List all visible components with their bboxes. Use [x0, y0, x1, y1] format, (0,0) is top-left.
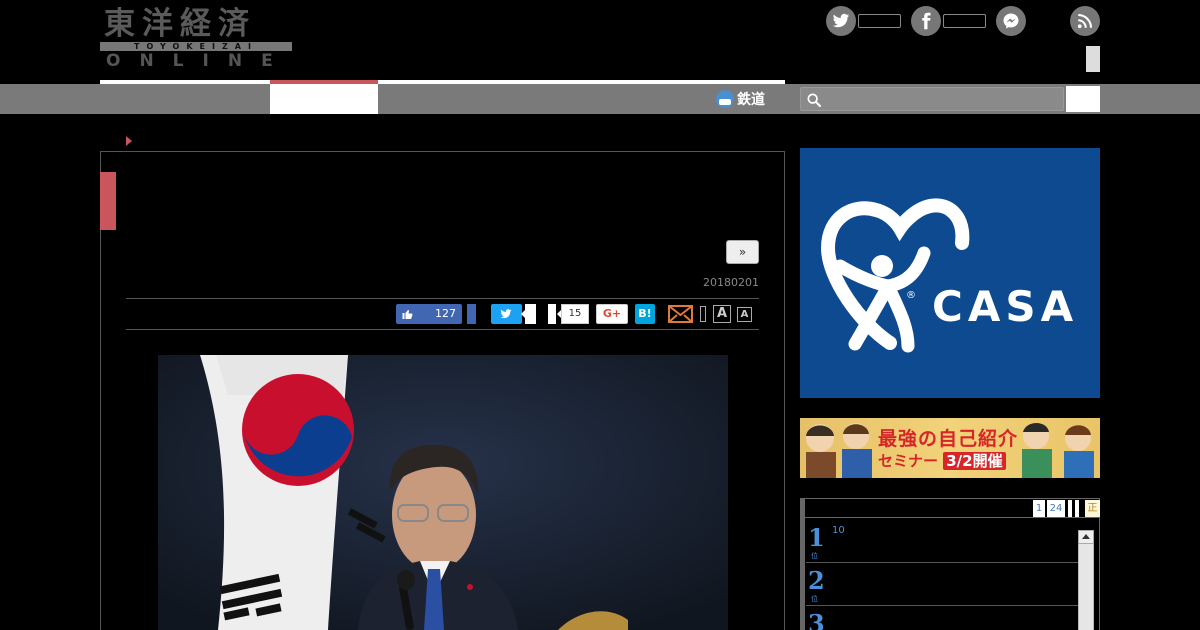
ranking-tab-24h[interactable]: 24 — [1047, 500, 1065, 517]
article-date: 20180201 — [703, 276, 759, 289]
font-size-large-button[interactable]: A — [713, 305, 731, 323]
ranking-header-divider — [800, 517, 1100, 518]
casa-logo-icon — [820, 198, 970, 353]
facebook-like-button[interactable]: 127 — [396, 304, 462, 324]
ranking-tab-monthly[interactable] — [1075, 500, 1079, 517]
article-photo — [158, 355, 728, 630]
search-input[interactable] — [800, 87, 1064, 111]
search-icon — [807, 93, 821, 107]
ranking-number: 3 — [808, 609, 825, 630]
seminar-date: 3/2開催 — [943, 452, 1006, 470]
casa-registered-mark: ® — [906, 290, 916, 301]
ranking-item[interactable]: 3 位 — [806, 607, 1078, 630]
nav-active-indicator — [270, 80, 378, 84]
mail-icon[interactable] — [668, 305, 693, 323]
share-count: 15 — [557, 304, 589, 324]
search-button[interactable] — [1066, 86, 1100, 112]
twitter-follow-count[interactable] — [858, 14, 901, 28]
ranking-tab-1h[interactable]: 1 — [1033, 500, 1045, 517]
casa-logo-text: CASA — [932, 282, 1079, 331]
seminar-subtitle-text: セミナー — [878, 452, 939, 470]
hatena-bookmark-button[interactable]: B! — [635, 304, 655, 324]
nav-item-railway-label: 鉄道 — [737, 92, 765, 108]
thumbs-up-icon — [402, 310, 413, 319]
facebook-share-button[interactable] — [467, 304, 476, 324]
ranking-meta: 10 — [832, 525, 845, 536]
scroll-up-icon[interactable] — [1078, 530, 1094, 544]
breadcrumb-arrow-icon — [126, 136, 132, 146]
logo-romaji: TOYOKEIZAI — [100, 42, 292, 51]
messenger-icon[interactable] — [996, 6, 1026, 36]
ranking-number: 1 — [808, 523, 825, 552]
font-size-small-button[interactable]: A — [737, 307, 752, 322]
twitter-icon[interactable] — [826, 6, 856, 36]
ranking-number: 2 — [808, 566, 825, 595]
ranking-item[interactable]: 2 位 — [806, 564, 1078, 606]
ranking-unit: 位 — [811, 552, 818, 560]
ranking-tab-weekly[interactable] — [1068, 500, 1072, 517]
share-button[interactable] — [548, 304, 556, 324]
ranking-item[interactable]: 1 位 10 — [806, 521, 1078, 563]
nav-item-active[interactable] — [270, 84, 378, 114]
next-page-button[interactable]: » — [726, 240, 759, 264]
article-title-marker — [100, 172, 116, 230]
rss-icon[interactable] — [1070, 6, 1100, 36]
google-plus-button[interactable]: G+ — [596, 304, 628, 324]
site-logo[interactable]: 東洋経済 TOYOKEIZAI ONLINE — [100, 6, 292, 70]
share-bar-bottom-divider — [126, 329, 759, 330]
train-icon — [716, 90, 734, 108]
casa-advertisement[interactable] — [800, 148, 1100, 398]
facebook-icon[interactable] — [911, 6, 941, 36]
header-side-tab[interactable] — [1086, 46, 1100, 72]
ranking-tab-extra[interactable]: 正 — [1085, 500, 1100, 517]
ranking-scrollbar[interactable] — [1078, 530, 1094, 630]
tweet-button[interactable] — [491, 304, 522, 324]
share-bar-top-divider — [126, 298, 759, 299]
twitter-bird-icon — [500, 309, 512, 319]
facebook-like-count[interactable] — [943, 14, 986, 28]
seminar-title: 最強の自己紹介 — [878, 428, 1019, 450]
seminar-subtitle: セミナー 3/2開催 — [878, 450, 1006, 471]
print-button[interactable] — [700, 306, 706, 322]
nav-item-railway[interactable]: 鉄道 — [716, 88, 765, 110]
logo-english: ONLINE — [106, 51, 292, 71]
ranking-unit: 位 — [811, 595, 818, 603]
logo-japanese: 東洋経済 — [104, 6, 256, 42]
facebook-like-count-value: 127 — [435, 307, 456, 320]
tweet-count — [521, 304, 536, 324]
